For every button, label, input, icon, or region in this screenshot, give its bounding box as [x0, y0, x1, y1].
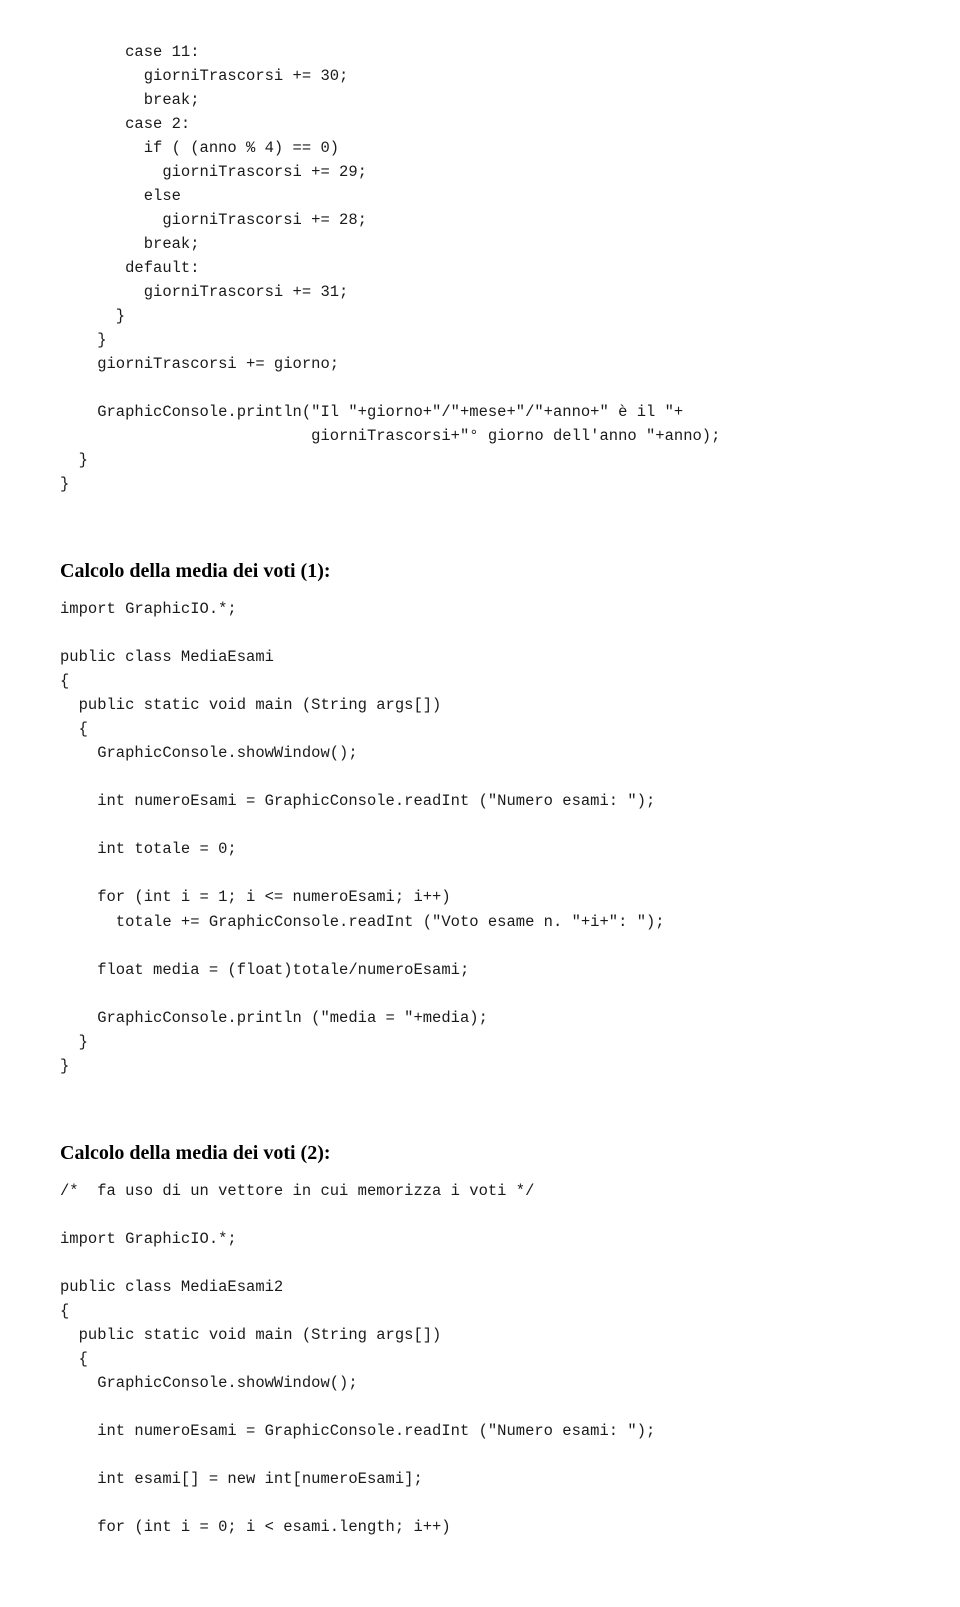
code-block-1: case 11: giorniTrascorsi += 30; break; c…: [60, 40, 900, 496]
heading-media-1: Calcolo della media dei voti (1):: [60, 556, 900, 587]
heading-media-2: Calcolo della media dei voti (2):: [60, 1138, 900, 1169]
code-block-2: import GraphicIO.*; public class MediaEs…: [60, 597, 900, 1077]
code-block-3: /* fa uso di un vettore in cui memorizza…: [60, 1179, 900, 1539]
